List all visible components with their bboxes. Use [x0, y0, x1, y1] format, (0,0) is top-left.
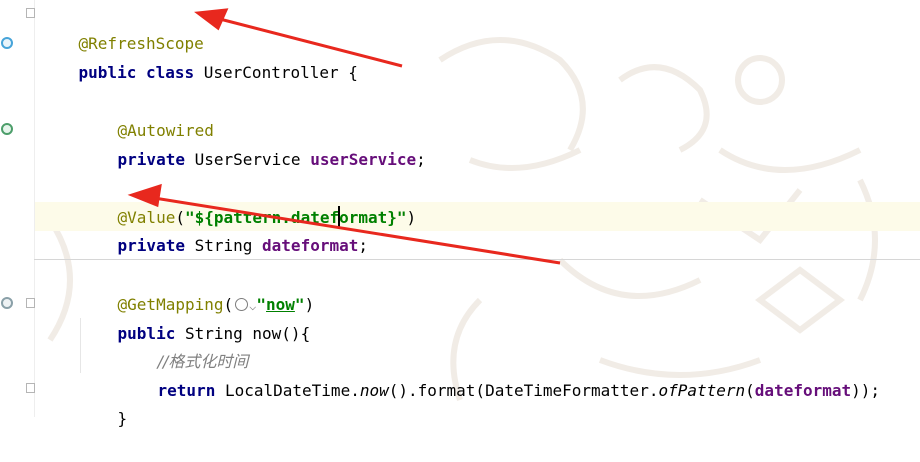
editor-gutter[interactable] — [0, 0, 34, 417]
code-editor[interactable]: @RefreshScope public class UserControlle… — [0, 0, 920, 428]
field-dateformat: dateformat — [262, 236, 359, 255]
class-name: UserController { — [203, 63, 358, 82]
code-line-2[interactable]: public class UserController { — [40, 29, 358, 82]
text-caret — [338, 206, 340, 228]
paren: ) — [406, 208, 417, 227]
code-line-4[interactable]: @Autowired — [79, 87, 214, 140]
code-line-5[interactable]: private UserService userService; — [79, 116, 426, 169]
gutter-border — [34, 0, 35, 417]
code-line-1[interactable]: @RefreshScope — [40, 0, 204, 53]
keyword: private — [117, 236, 195, 255]
code-line-12[interactable]: //格式化时间 — [119, 318, 249, 371]
web-gutter-icon[interactable] — [1, 297, 13, 309]
field-dateformat-ref: dateformat — [754, 381, 852, 400]
keyword: public class — [78, 63, 204, 82]
keyword: private — [117, 150, 195, 169]
close-brace: } — [117, 409, 128, 428]
fold-icon[interactable] — [26, 298, 35, 308]
type-name: UserService — [194, 150, 311, 169]
paren: ( — [745, 381, 755, 400]
keyword: return — [157, 381, 225, 400]
code-line-11[interactable]: public String now(){ — [79, 290, 311, 343]
code-line-14[interactable]: } — [79, 375, 128, 428]
bean-gutter-icon[interactable] — [1, 37, 13, 49]
static-call-ofpattern: ofPattern — [658, 381, 746, 400]
code-line-7[interactable]: @Value("${pattern.dateformat}") — [79, 174, 417, 227]
paren: )); — [851, 381, 881, 400]
indent-guide — [80, 318, 81, 373]
class-ref: LocalDateTime. — [224, 381, 360, 400]
code-line-8[interactable]: private String dateformat; — [79, 202, 368, 255]
fold-icon[interactable] — [26, 383, 35, 393]
format-call: ().format(DateTimeFormatter. — [388, 381, 659, 400]
fold-icon[interactable] — [26, 8, 35, 18]
code-line-10[interactable]: @GetMapping(⌵"now") — [79, 261, 315, 314]
static-call-now: now — [359, 381, 389, 400]
semicolon: ; — [416, 150, 426, 169]
bean-gutter-icon[interactable] — [1, 123, 13, 135]
semicolon: ; — [358, 236, 368, 255]
code-line-13[interactable]: return LocalDateTime.now().format(DateTi… — [119, 347, 881, 400]
type-name: String — [194, 236, 263, 255]
field-user-service: userService — [310, 150, 417, 169]
